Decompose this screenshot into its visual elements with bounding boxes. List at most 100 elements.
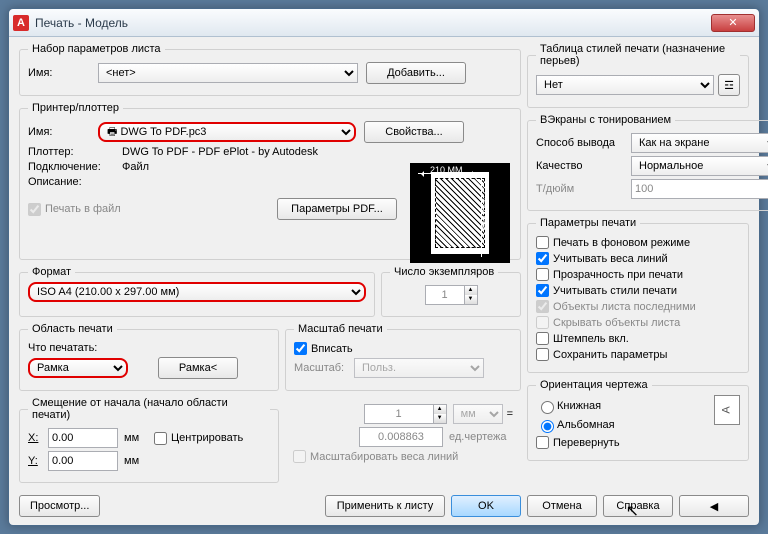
fit-to-paper-checkbox[interactable] xyxy=(294,342,307,355)
scale-unit2-label: ед.чертежа xyxy=(449,431,513,443)
paper-preview: 210 MM 297 MM xyxy=(410,163,510,263)
portrait-label: Книжная xyxy=(557,400,601,412)
save-changes-checkbox[interactable] xyxy=(536,348,549,361)
transparency-checkbox[interactable] xyxy=(536,268,549,281)
printer-name-label: Имя: xyxy=(28,126,98,138)
stamp-label: Штемпель вкл. xyxy=(553,333,629,345)
ok-button[interactable]: OK xyxy=(451,495,521,517)
format-select[interactable]: ISO A4 (210.00 x 297.00 мм) xyxy=(28,282,366,302)
preview-height-label: 297 MM xyxy=(480,198,490,231)
plot-styles-group: Таблица стилей печати (назначение перьев… xyxy=(527,43,749,108)
paperspace-last-checkbox xyxy=(536,300,549,313)
what-to-plot-label: Что печатать: xyxy=(28,342,97,354)
scale-weights-label: Масштабировать веса линий xyxy=(310,451,458,463)
copies-legend: Число экземпляров xyxy=(390,266,498,278)
plot-styles-label: Учитывать стили печати xyxy=(553,285,677,297)
save-changes-label: Сохранить параметры xyxy=(553,349,667,361)
connection-value: Файл xyxy=(122,161,149,173)
line-weights-checkbox[interactable] xyxy=(536,252,549,265)
scale-select: Польз. xyxy=(354,358,484,378)
center-checkbox[interactable] xyxy=(154,432,167,445)
copies-spinner: ▲▼ xyxy=(464,285,478,305)
offset-legend: Смещение от начала (начало области печат… xyxy=(28,397,270,421)
add-pageset-button[interactable]: Добавить... xyxy=(366,62,466,84)
printer-group: Принтер/плоттер Имя: 🖶 DWG To PDF.pc3 Св… xyxy=(19,102,521,260)
line-weights-label: Учитывать веса линий xyxy=(553,253,668,265)
plot-styles-select[interactable]: Нет xyxy=(536,75,714,95)
paperspace-last-label: Объекты листа последними xyxy=(553,301,696,313)
orientation-legend: Ориентация чертежа xyxy=(536,379,652,391)
dpi-input xyxy=(631,179,768,199)
shade-mode-select[interactable]: Как на экране xyxy=(631,133,768,153)
offset-x-label: X: xyxy=(28,432,48,444)
scale-num1-input xyxy=(364,404,434,424)
plotter-value: DWG To PDF - PDF ePlot - by Autodesk xyxy=(122,146,318,158)
hide-paper-label: Скрывать объекты листа xyxy=(553,317,680,329)
offset-group: Смещение от начала (начало области печат… xyxy=(19,397,279,483)
fit-to-paper-label: Вписать xyxy=(311,343,353,355)
printer-properties-button[interactable]: Свойства... xyxy=(364,121,464,143)
frame-pick-button[interactable]: Рамка< xyxy=(158,357,238,379)
scale-num2-input xyxy=(359,427,443,447)
print-to-file-label: Печать в файл xyxy=(45,203,121,215)
plot-area-group: Область печати Что печатать: Рамка Рамка… xyxy=(19,323,279,391)
plot-styles-checkbox[interactable] xyxy=(536,284,549,297)
format-legend: Формат xyxy=(28,266,75,278)
scale-num1-spinner: ▲▼ xyxy=(433,404,447,424)
shade-mode-label: Способ вывода xyxy=(536,137,631,149)
pdf-params-button[interactable]: Параметры PDF... xyxy=(277,198,397,220)
close-button[interactable]: ✕ xyxy=(711,14,755,32)
pageset-group: Набор параметров листа Имя: <нет> Добави… xyxy=(19,43,521,96)
plot-options-group: Параметры печати Печать в фоновом режиме… xyxy=(527,217,749,373)
shaded-viewports-legend: ВЭкраны с тонированием xyxy=(536,114,675,126)
format-group: Формат ISO A4 (210.00 x 297.00 мм) xyxy=(19,266,375,317)
bg-plot-checkbox[interactable] xyxy=(536,236,549,249)
quality-label: Качество xyxy=(536,160,631,172)
cancel-button[interactable]: Отмена xyxy=(527,495,597,517)
upside-down-checkbox[interactable] xyxy=(536,436,549,449)
offset-y-input[interactable] xyxy=(48,451,118,471)
bg-plot-label: Печать в фоновом режиме xyxy=(553,237,690,249)
scale-weights-checkbox xyxy=(293,450,306,463)
collapse-button[interactable]: ◀ xyxy=(679,495,749,517)
apply-to-layout-button[interactable]: Применить к листу xyxy=(325,495,445,517)
stamp-checkbox[interactable] xyxy=(536,332,549,345)
dialog-title: Печать - Модель xyxy=(35,16,711,30)
plot-styles-legend: Таблица стилей печати (назначение перьев… xyxy=(536,43,740,67)
offset-y-label: Y: xyxy=(28,455,48,467)
plot-scale-group: Масштаб печати Вписать Масштаб: Польз. xyxy=(285,323,521,391)
connection-label: Подключение: xyxy=(28,161,122,173)
shaded-viewports-group: ВЭкраны с тонированием Способ вывода Как… xyxy=(527,114,768,211)
preview-button[interactable]: Просмотр... xyxy=(19,495,100,517)
plotter-label: Плоттер: xyxy=(28,146,122,158)
scale-label: Масштаб: xyxy=(294,362,354,374)
center-label: Центрировать xyxy=(171,432,243,444)
offset-x-input[interactable] xyxy=(48,428,118,448)
offset-x-unit: мм xyxy=(124,432,154,444)
plot-scale-legend: Масштаб печати xyxy=(294,323,387,335)
printer-legend: Принтер/плоттер xyxy=(28,102,123,114)
upside-down-label: Перевернуть xyxy=(553,437,620,449)
help-button[interactable]: Справка xyxy=(603,495,673,517)
quality-select[interactable]: Нормальное xyxy=(631,156,768,176)
what-to-plot-select[interactable]: Рамка xyxy=(28,358,128,378)
portrait-radio[interactable] xyxy=(541,401,554,414)
copies-group: Число экземпляров ▲▼ xyxy=(381,266,521,317)
pageset-name-select[interactable]: <нет> xyxy=(98,63,358,83)
titlebar[interactable]: A Печать - Модель ✕ xyxy=(9,9,759,37)
pageset-name-label: Имя: xyxy=(28,67,98,79)
print-to-file-checkbox xyxy=(28,203,41,216)
plot-styles-edit-button[interactable]: ☲ xyxy=(718,74,740,96)
landscape-radio[interactable] xyxy=(541,420,554,433)
printer-name-select[interactable]: 🖶 DWG To PDF.pc3 xyxy=(98,122,356,142)
orientation-group: Ориентация чертежа A Книжная Альбомная П… xyxy=(527,379,749,461)
copies-input xyxy=(425,285,465,305)
hide-paper-checkbox xyxy=(536,316,549,329)
scale-unit-select: мм xyxy=(453,404,503,424)
description-label: Описание: xyxy=(28,176,122,188)
plot-options-legend: Параметры печати xyxy=(536,217,640,229)
pageset-legend: Набор параметров листа xyxy=(28,43,165,55)
app-icon: A xyxy=(13,15,29,31)
landscape-label: Альбомная xyxy=(557,419,615,431)
offset-y-unit: мм xyxy=(124,455,139,467)
